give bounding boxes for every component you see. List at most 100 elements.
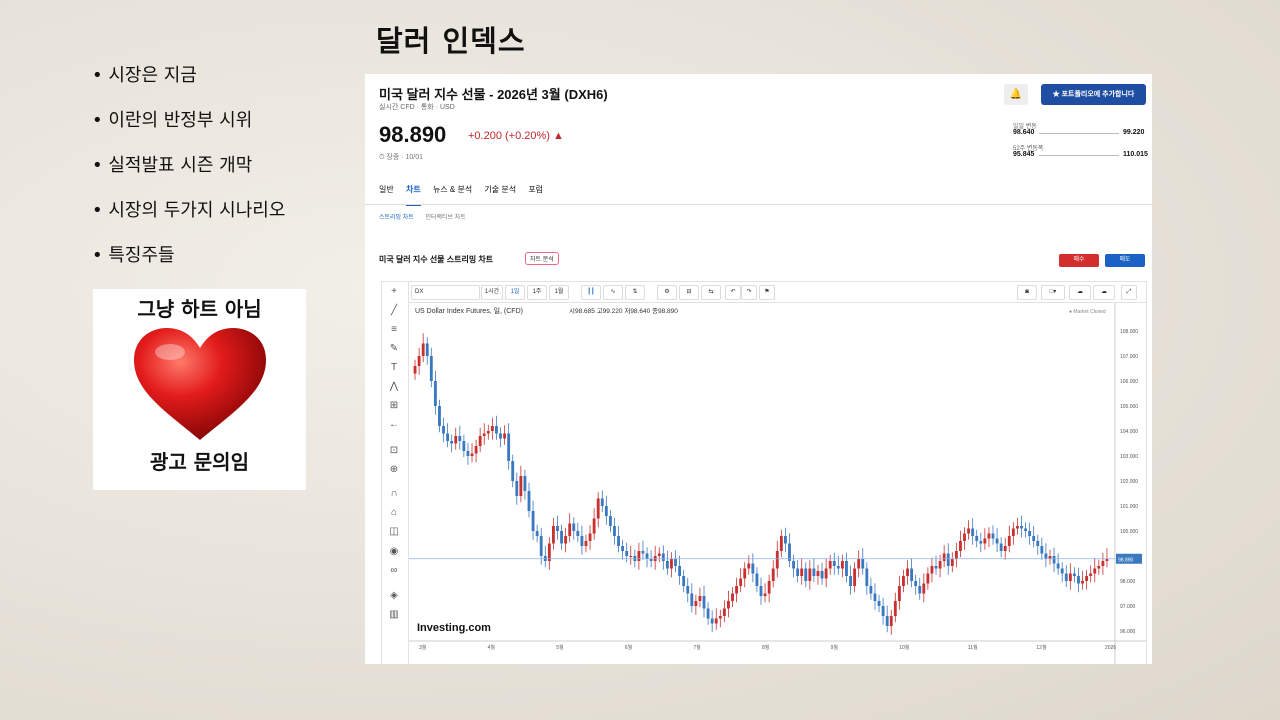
alert-bell-button[interactable]: 🔔 bbox=[1004, 84, 1028, 105]
zoom-icon[interactable]: ⊕ bbox=[387, 464, 401, 475]
bullet-item: 시장은 지금 bbox=[92, 62, 285, 107]
alert-icon[interactable]: ⚑ bbox=[759, 285, 775, 300]
layers-icon[interactable]: ◈ bbox=[387, 590, 401, 601]
candle-body bbox=[910, 568, 914, 581]
sell-button[interactable]: 매도 bbox=[1105, 254, 1145, 267]
instrument-subtitle: 실시간 CFD · 통화 · USD bbox=[379, 104, 455, 111]
text-tool-icon[interactable]: T bbox=[387, 362, 401, 373]
settings-icon[interactable]: ⚙ bbox=[657, 285, 677, 300]
tab-overview[interactable]: 일반 bbox=[379, 185, 394, 194]
candle-body bbox=[934, 566, 938, 569]
candle-body bbox=[930, 566, 934, 574]
chart-analysis-button[interactable]: 차트 분석 bbox=[525, 252, 559, 265]
template-icon[interactable]: ⊟ bbox=[679, 285, 699, 300]
undo-icon[interactable]: ↶ bbox=[725, 285, 741, 300]
tab-news[interactable]: 뉴스 & 분석 bbox=[433, 185, 472, 194]
trash-icon[interactable]: ▥ bbox=[387, 609, 401, 620]
cloud-save-icon[interactable]: ☁ bbox=[1093, 285, 1115, 300]
y-tick-label: 105.000 bbox=[1120, 404, 1138, 410]
symbol-input[interactable]: DX bbox=[411, 285, 480, 300]
candle-body bbox=[999, 543, 1003, 551]
x-tick-label: 6월 bbox=[625, 644, 633, 651]
compare-icon[interactable]: ⇅ bbox=[625, 285, 645, 300]
ad-box[interactable]: 그냥 하트 아님 광고 문의임 bbox=[93, 289, 306, 490]
bullet-item: 시장의 두가지 시나리오 bbox=[92, 197, 285, 242]
as-of-time: ⏱ 장중 · 10/01 bbox=[379, 154, 424, 161]
interval-button[interactable]: 1시간 bbox=[481, 285, 503, 300]
price-chart[interactable]: 96.00097.00098.00099.000100.000101.00010… bbox=[409, 303, 1146, 664]
candle-body bbox=[1040, 546, 1044, 554]
subtab-interactive[interactable]: 인터랙티브 차트 bbox=[425, 215, 465, 221]
candle-body bbox=[698, 596, 702, 601]
lock-draw-icon[interactable]: ⌂ bbox=[387, 507, 401, 518]
candle-body bbox=[1081, 581, 1084, 584]
indicator-icon[interactable]: ∿ bbox=[603, 285, 623, 300]
investing-logo: Investing.com bbox=[417, 622, 491, 634]
candle-body bbox=[1085, 576, 1089, 581]
channel-tool-icon[interactable]: ≡ bbox=[387, 324, 401, 335]
magnet-icon[interactable]: ∩ bbox=[387, 488, 401, 499]
x-tick-label: 4월 bbox=[488, 644, 496, 651]
candle-body bbox=[710, 618, 714, 624]
x-tick-label: 11월 bbox=[968, 644, 978, 651]
replay-icon[interactable]: ⇆ bbox=[701, 285, 721, 300]
candle-body bbox=[519, 476, 523, 496]
candle-body bbox=[1044, 553, 1048, 559]
candle-body bbox=[743, 568, 747, 579]
candle-body bbox=[413, 366, 417, 374]
pattern-tool-icon[interactable]: ⋀ bbox=[387, 381, 401, 392]
interval-button[interactable]: 1일 bbox=[505, 285, 525, 300]
chart-section-title: 미국 달러 지수 선물 스트리밍 차트 bbox=[379, 255, 494, 264]
candle-body bbox=[820, 571, 824, 579]
tab-forum[interactable]: 포럼 bbox=[528, 185, 543, 194]
candle-body bbox=[588, 533, 592, 541]
tab-chart[interactable]: 차트 bbox=[405, 185, 421, 206]
candle-body bbox=[979, 541, 983, 544]
interval-button[interactable]: 1주 bbox=[527, 285, 547, 300]
interval-button[interactable]: 1월 bbox=[549, 285, 569, 300]
buy-button[interactable]: 매수 bbox=[1059, 254, 1099, 267]
fib-tool-icon[interactable]: ⊞ bbox=[387, 400, 401, 411]
candle-body bbox=[739, 578, 743, 586]
candle-body bbox=[429, 356, 433, 381]
candle-body bbox=[474, 446, 478, 454]
candle-style-icon[interactable]: ┃┃ bbox=[581, 285, 601, 300]
bullet-item: 이란의 반정부 시위 bbox=[92, 107, 285, 152]
redo-icon[interactable]: ↷ bbox=[741, 285, 757, 300]
candle-body bbox=[462, 441, 466, 451]
candle-body bbox=[836, 566, 840, 569]
x-tick-label: 8월 bbox=[762, 644, 770, 651]
brush-tool-icon[interactable]: ✎ bbox=[387, 343, 401, 354]
candle-body bbox=[596, 498, 600, 519]
candle-body bbox=[657, 553, 661, 556]
candle-body bbox=[832, 561, 836, 566]
candle-body bbox=[1036, 541, 1040, 546]
eye-icon[interactable]: ◉ bbox=[387, 546, 401, 557]
cloud-load-icon[interactable]: ☁ bbox=[1069, 285, 1091, 300]
chart-subtabs: 스트리밍 차트 인터랙티브 차트 bbox=[379, 212, 476, 221]
candle-body bbox=[511, 461, 515, 481]
candle-body bbox=[1056, 563, 1060, 569]
candle-body bbox=[1072, 573, 1076, 576]
y-tick-label: 96.000 bbox=[1120, 629, 1136, 635]
subtab-streaming[interactable]: 스트리밍 차트 bbox=[379, 215, 414, 221]
line-tool-icon[interactable]: ╱ bbox=[387, 305, 401, 316]
tab-technical[interactable]: 기술 분석 bbox=[484, 185, 516, 194]
measure-icon[interactable]: ⊡ bbox=[387, 445, 401, 456]
candle-body bbox=[417, 356, 421, 366]
lock-icon[interactable]: ◫ bbox=[387, 526, 401, 537]
back-arrow-icon[interactable]: ← bbox=[387, 419, 401, 430]
candle-body bbox=[486, 431, 490, 434]
layout-icon[interactable]: □▾ bbox=[1041, 285, 1065, 300]
camera-icon[interactable]: ◙ bbox=[1017, 285, 1037, 300]
candle-body bbox=[747, 563, 751, 569]
candle-body bbox=[995, 538, 999, 544]
candle-body bbox=[727, 601, 730, 609]
candle-body bbox=[450, 441, 454, 444]
crosshair-icon[interactable]: + bbox=[387, 286, 401, 297]
link-icon[interactable]: ∞ bbox=[387, 565, 401, 576]
y-tick-label: 108.000 bbox=[1120, 329, 1138, 335]
fullscreen-icon[interactable]: ⤢ bbox=[1121, 285, 1137, 300]
candle-body bbox=[433, 381, 437, 406]
add-to-portfolio-button[interactable]: ★ 포트폴리오에 추가합니다 bbox=[1041, 84, 1146, 105]
